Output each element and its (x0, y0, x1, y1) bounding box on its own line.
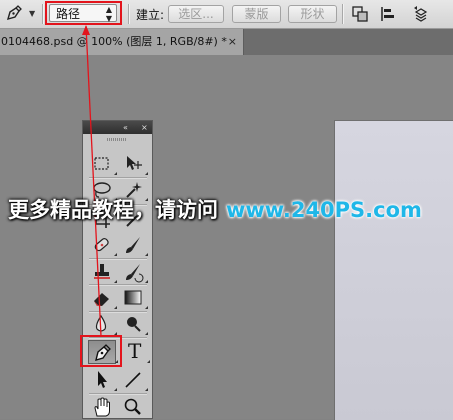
mode-highlight-box (45, 1, 122, 25)
make-mask-button[interactable]: 蒙版 (232, 5, 281, 23)
document-tab[interactable]: 0104468.psd @ 100% (图层 1, RGB/8#) * × (0, 29, 244, 55)
gradient-icon (124, 290, 142, 305)
make-selection-button[interactable]: 选区... (168, 5, 224, 23)
tool-preset-picker[interactable]: ▼ (2, 3, 40, 25)
watermark-banner: 更多精品教程，请访问 www.240PS.com (8, 194, 422, 224)
eraser-icon (94, 293, 109, 306)
chevron-down-icon: ▼ (29, 9, 36, 18)
clone-stamp-tool[interactable] (90, 261, 117, 283)
path-alignment-icon[interactable] (379, 5, 397, 23)
tool-divider (89, 284, 147, 286)
rectangular-marquee-tool[interactable] (90, 153, 117, 175)
move-icon (127, 156, 142, 170)
tools-panel-titlebar[interactable]: « × (83, 121, 152, 134)
close-icon[interactable]: × (141, 121, 148, 134)
document-page[interactable] (334, 120, 453, 420)
make-shape-button[interactable]: 形状 (288, 5, 337, 23)
toolbar-separator (128, 4, 130, 24)
toolbar-separator (342, 4, 344, 24)
close-icon[interactable]: × (228, 29, 237, 54)
path-selection-tool[interactable] (90, 369, 117, 391)
type-tool-glyph: T (128, 339, 142, 363)
path-arrangement-icon[interactable] (412, 5, 430, 23)
eraser-tool[interactable] (90, 287, 117, 309)
brush-icon (126, 237, 140, 253)
dodge-tool[interactable] (121, 313, 148, 335)
panel-grip[interactable] (107, 138, 127, 141)
zoom-icon (124, 398, 141, 415)
zoom-tool[interactable] (121, 396, 145, 418)
blur-icon (95, 314, 107, 332)
watermark-url: www.240PS.com (226, 198, 422, 222)
document-tab-title: 0104468.psd @ 100% (图层 1, RGB/8#) * (1, 35, 227, 48)
move-tool[interactable] (121, 153, 148, 175)
dodge-icon (127, 317, 141, 332)
history-brush-icon (126, 264, 144, 283)
watermark-text: 更多精品教程，请访问 (8, 198, 218, 222)
path-selection-icon (98, 371, 107, 388)
document-tab-bar: 0104468.psd @ 100% (图层 1, RGB/8#) * × (0, 29, 453, 55)
type-tool[interactable]: T (123, 339, 150, 363)
tool-divider (89, 258, 147, 260)
path-operations-icon[interactable] (351, 5, 369, 23)
toolbar-separator (42, 4, 44, 24)
blur-tool[interactable] (90, 313, 117, 335)
gradient-tool[interactable] (121, 287, 148, 309)
options-bar: ▼ 路径 ▲ ▼ 建立: 选区... 蒙版 形状 (0, 0, 453, 29)
healing-brush-icon (94, 238, 109, 252)
line-tool[interactable] (121, 369, 148, 391)
history-brush-tool[interactable] (121, 261, 148, 283)
make-label: 建立: (136, 8, 165, 22)
tools-panel: « × T (80, 120, 153, 419)
collapse-icon[interactable]: « (123, 121, 128, 134)
stamp-icon (94, 264, 110, 279)
brush-tool[interactable] (121, 234, 148, 256)
pen-tool-icon (6, 5, 22, 21)
hand-icon (94, 397, 110, 417)
tool-divider (89, 393, 147, 395)
spot-healing-brush-tool[interactable] (90, 234, 117, 256)
rectangular-marquee-icon (94, 157, 109, 170)
line-icon (125, 372, 141, 388)
hand-tool[interactable] (90, 396, 114, 418)
pen-tool-highlight-box (80, 335, 122, 367)
